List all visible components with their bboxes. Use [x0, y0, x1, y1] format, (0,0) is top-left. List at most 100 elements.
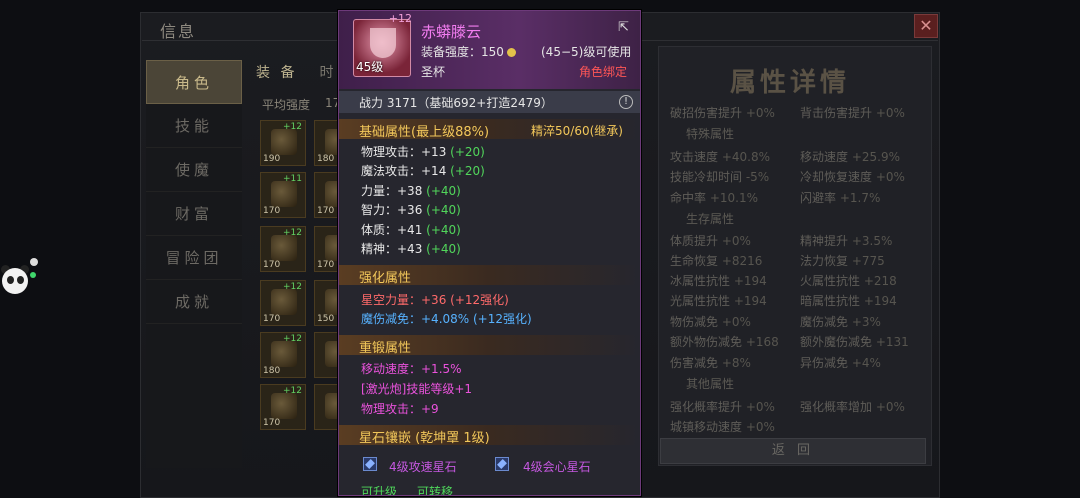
panda-assistant-icon[interactable] [0, 262, 30, 302]
gem-name: 4级会心星石 [523, 460, 591, 474]
equip-slot[interactable]: +12 170 [260, 384, 306, 430]
upgradable-link[interactable]: 可升级 [361, 483, 397, 495]
attr-row: 火属性抗性 +218 [800, 274, 897, 288]
attr-row: 伤害减免 +8% [670, 356, 751, 370]
slot-level: 150 [317, 314, 335, 324]
attr-section-special: 特殊属性 [686, 127, 735, 141]
attack-speed-gem-icon [363, 457, 377, 471]
transferable-link[interactable]: 可转移 [417, 483, 453, 495]
attr-section-other: 其他属性 [686, 377, 735, 391]
tab-fashion[interactable]: 时 [319, 62, 336, 82]
slot-level: 170 [317, 260, 335, 270]
side-tab-familiar[interactable]: 使魔 [146, 148, 242, 192]
attr-row: 移动速度 +25.9% [800, 150, 901, 164]
equip-item-icon [271, 129, 297, 155]
item-name: 赤蟒滕云 [421, 23, 482, 41]
attr-row: 光属性抗性 +194 [670, 294, 767, 308]
side-tab-achievements[interactable]: 成就 [146, 280, 242, 324]
equip-slot[interactable]: +12 180 [260, 332, 306, 378]
crit-gem-icon [495, 457, 509, 471]
enhance-line: 魔伤减免：+4.08% (+12强化) [361, 312, 532, 326]
section-gem-title: 星石镶嵌 (乾坤罩 1级) [359, 431, 490, 446]
strength-icon [506, 48, 516, 57]
base-stat-line: 魔法攻击：+14 (+20) [361, 164, 485, 178]
slot-level: 170 [263, 314, 281, 324]
panda-head [2, 268, 28, 294]
attr-row: 破招伤害提升 +0% [670, 106, 775, 120]
attr-row: 法力恢复 +775 [800, 254, 885, 268]
bind-status: 角色绑定 [579, 65, 628, 79]
base-stat-line: 物理攻击：+13 (+20) [361, 145, 485, 159]
attr-row: 强化概率增加 +0% [800, 400, 905, 414]
section-forge-title: 重锻属性 [359, 341, 412, 356]
base-stat-line: 力量：+38 (+40) [361, 184, 461, 198]
attr-row: 攻击速度 +40.8% [670, 150, 771, 164]
side-tab-wealth[interactable]: 财富 [146, 192, 242, 236]
share-icon[interactable]: ⇱ [618, 21, 632, 35]
attr-section-survival: 生存属性 [686, 212, 735, 226]
chalice-icon: +12 45级 [353, 12, 412, 77]
side-tab-skills[interactable]: 技能 [146, 104, 242, 148]
attr-row: 生命恢复 +8216 [670, 254, 763, 268]
forge-line: [激光炮]技能等级+1 [361, 382, 473, 396]
equip-item-icon [271, 289, 297, 315]
attr-row: 体质提升 +0% [670, 234, 751, 248]
side-tab-adventure-group[interactable]: 冒险团 [146, 236, 242, 280]
attr-row: 命中率 +10.1% [670, 191, 759, 205]
notification-dot [30, 258, 38, 266]
close-button[interactable]: ✕ [914, 14, 938, 38]
slot-plus: +12 [283, 334, 302, 344]
side-nav: 角色 技能 使魔 财富 冒险团 成就 [146, 60, 242, 324]
slot-plus: +11 [283, 174, 302, 184]
forge-line: 物理攻击：+9 [361, 402, 439, 416]
slot-level: 180 [263, 366, 281, 376]
slot-level: 170 [317, 206, 335, 216]
side-tab-character[interactable]: 角色 [146, 60, 242, 104]
combat-power: 战力 3171（基础692+打造2479） [359, 96, 553, 110]
attr-row: 魔伤减免 +3% [800, 315, 881, 329]
cup-shape [370, 28, 396, 58]
refine-status: 精淬50/60(继承) [531, 124, 623, 138]
attr-row: 强化概率提升 +0% [670, 400, 775, 414]
gem-name: 4级攻速星石 [389, 460, 457, 474]
attr-row: 冷却恢复速度 +0% [800, 170, 905, 184]
section-enhance-title: 强化属性 [359, 271, 412, 286]
item-enhance-level: +12 [388, 12, 412, 25]
item-tooltip: +12 45级 赤蟒滕云 ⇱ 装备强度：150 (45−5)级可使用 圣杯 角色… [338, 10, 641, 496]
attr-row: 闪避率 +1.7% [800, 191, 881, 205]
attr-row: 精神提升 +3.5% [800, 234, 893, 248]
equip-slot[interactable]: +12 170 [260, 226, 306, 272]
slot-plus: +12 [283, 386, 302, 396]
slot-level: 170 [263, 260, 281, 270]
equip-strength: 装备强度：150 [421, 43, 516, 60]
forge-line: 移动速度：+1.5% [361, 362, 462, 376]
return-button[interactable]: 返 回 [660, 438, 926, 464]
attr-row: 异伤减免 +4% [800, 356, 881, 370]
window-title: 信息 [160, 22, 197, 41]
slot-plus: +12 [283, 122, 302, 132]
slot-plus: +12 [283, 228, 302, 238]
equip-item-icon [271, 393, 297, 419]
slot-level: 170 [263, 206, 281, 216]
equip-item-icon [271, 235, 297, 261]
tab-equipment[interactable]: 装 备 [256, 62, 297, 82]
avg-strength-label: 平均强度 [262, 98, 311, 112]
attr-row: 额外物伤减免 +168 [670, 335, 779, 349]
attr-row: 技能冷却时间 -5% [670, 170, 770, 184]
base-stat-line: 智力：+36 (+40) [361, 203, 461, 217]
equip-slot[interactable]: +12 190 [260, 120, 306, 166]
attr-row: 暗属性抗性 +194 [800, 294, 897, 308]
attr-row: 城镇移动速度 +0% [670, 420, 775, 434]
section-base-title: 基础属性(最上级88%) [359, 125, 490, 140]
attr-row: 物伤减免 +0% [670, 315, 751, 329]
attr-row: 额外魔伤减免 +131 [800, 335, 909, 349]
level-requirement: (45−5)级可使用 [541, 45, 632, 59]
equip-slot[interactable]: +11 170 [260, 172, 306, 218]
item-type: 圣杯 [421, 65, 446, 79]
equip-slot[interactable]: +12 170 [260, 280, 306, 326]
panda-eye [7, 276, 14, 284]
slot-plus: +12 [283, 282, 302, 292]
attr-row: 背击伤害提升 +0% [800, 106, 905, 120]
panda-eye [17, 276, 24, 284]
base-stat-line: 精神：+43 (+40) [361, 242, 461, 256]
